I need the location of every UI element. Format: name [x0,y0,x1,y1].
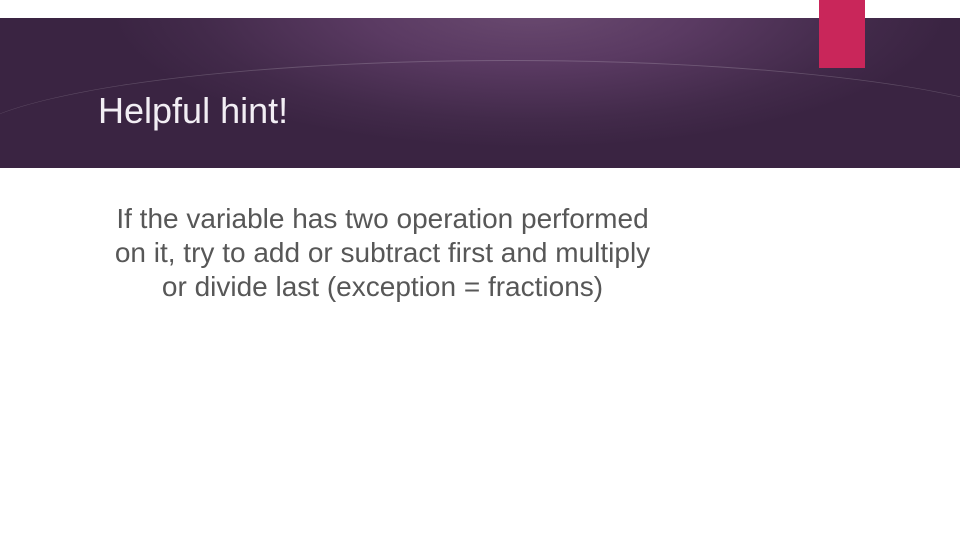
slide-title: Helpful hint! [98,90,288,132]
accent-tab [819,0,865,68]
slide: Helpful hint! If the variable has two op… [0,0,960,540]
slide-body-text: If the variable has two operation perfor… [105,202,660,304]
